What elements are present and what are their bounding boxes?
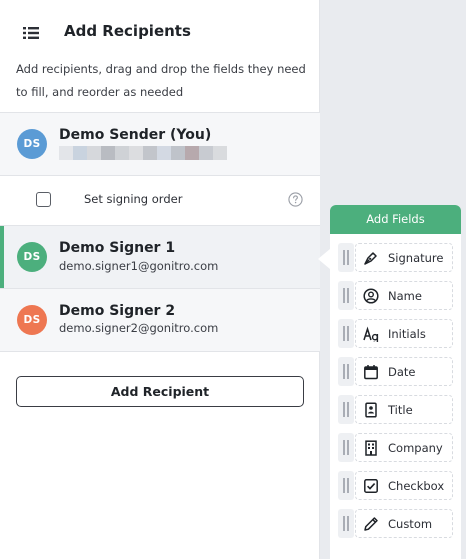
field-chip[interactable]: Initials (355, 319, 453, 348)
field-name[interactable]: Name (338, 281, 453, 310)
sender-row: DS Demo Sender (You) (0, 113, 320, 175)
drag-handle-icon[interactable] (338, 395, 354, 424)
help-icon[interactable] (288, 192, 303, 207)
signer-avatar: DS (17, 305, 47, 335)
sender-avatar: DS (17, 129, 47, 159)
field-signature[interactable]: Signature (338, 243, 453, 272)
field-label: Initials (388, 327, 426, 341)
user-circle-icon (363, 288, 379, 304)
field-chip[interactable]: Signature (355, 243, 453, 272)
signer-name: Demo Signer 1 (59, 240, 176, 256)
drag-handle-icon[interactable] (338, 509, 354, 538)
initials-icon (363, 326, 379, 342)
field-company[interactable]: Company (338, 433, 453, 462)
add-fields-header: Add Fields (330, 205, 461, 234)
field-chip[interactable]: Custom (355, 509, 453, 538)
field-date[interactable]: Date (338, 357, 453, 386)
field-chip[interactable]: Checkbox (355, 471, 453, 500)
building-icon (365, 440, 377, 456)
drag-handle-icon[interactable] (338, 433, 354, 462)
signer-row[interactable]: DS Demo Signer 2 demo.signer2@gonitro.co… (0, 289, 320, 351)
page-title: Add Recipients (64, 22, 191, 40)
drag-handle-icon[interactable] (338, 319, 354, 348)
signing-order-checkbox[interactable] (36, 192, 51, 207)
redacted-email (59, 146, 227, 160)
id-badge-icon (365, 402, 377, 418)
checkbox-icon (364, 479, 378, 493)
field-checkbox[interactable]: Checkbox (338, 471, 453, 500)
field-label: Checkbox (388, 479, 445, 493)
field-label: Custom (388, 517, 433, 531)
field-label: Title (388, 403, 413, 417)
field-custom[interactable]: Custom (338, 509, 453, 538)
signing-order-label: Set signing order (84, 192, 183, 206)
field-chip[interactable]: Name (355, 281, 453, 310)
signer-avatar: DS (17, 242, 47, 272)
pen-nib-icon (364, 252, 377, 265)
field-title[interactable]: Title (338, 395, 453, 424)
page-description: Add recipients, drag and drop the fields… (16, 62, 306, 99)
field-label: Company (388, 441, 443, 455)
field-chip[interactable]: Company (355, 433, 453, 462)
drag-handle-icon[interactable] (338, 357, 354, 386)
drag-handle-icon[interactable] (338, 243, 354, 272)
field-chip[interactable]: Title (355, 395, 453, 424)
active-indicator (0, 226, 4, 288)
signer-email: demo.signer1@gonitro.com (59, 259, 219, 273)
add-recipient-button[interactable]: Add Recipient (16, 376, 304, 407)
list-icon[interactable] (22, 24, 40, 42)
signer-name: Demo Signer 2 (59, 303, 176, 319)
calendar-icon (364, 365, 378, 380)
sender-name: Demo Sender (You) (59, 127, 212, 143)
signing-order-row: Set signing order (0, 176, 320, 225)
drag-handle-icon[interactable] (338, 471, 354, 500)
field-label: Signature (388, 251, 444, 265)
recipients-header: Add Recipients Add recipients, drag and … (0, 0, 320, 112)
field-chip[interactable]: Date (355, 357, 453, 386)
field-initials[interactable]: Initials (338, 319, 453, 348)
popover-pointer (318, 249, 330, 269)
signer-email: demo.signer2@gonitro.com (59, 321, 219, 335)
divider (0, 351, 320, 352)
add-fields-panel: Add Fields Signature Name Initials Date … (330, 205, 461, 559)
pencil-icon (364, 517, 378, 531)
drag-handle-icon[interactable] (338, 281, 354, 310)
field-label: Name (388, 289, 422, 303)
signer-row[interactable]: DS Demo Signer 1 demo.signer1@gonitro.co… (0, 226, 320, 288)
recipients-panel: Add Recipients Add recipients, drag and … (0, 0, 320, 559)
field-label: Date (388, 365, 416, 379)
